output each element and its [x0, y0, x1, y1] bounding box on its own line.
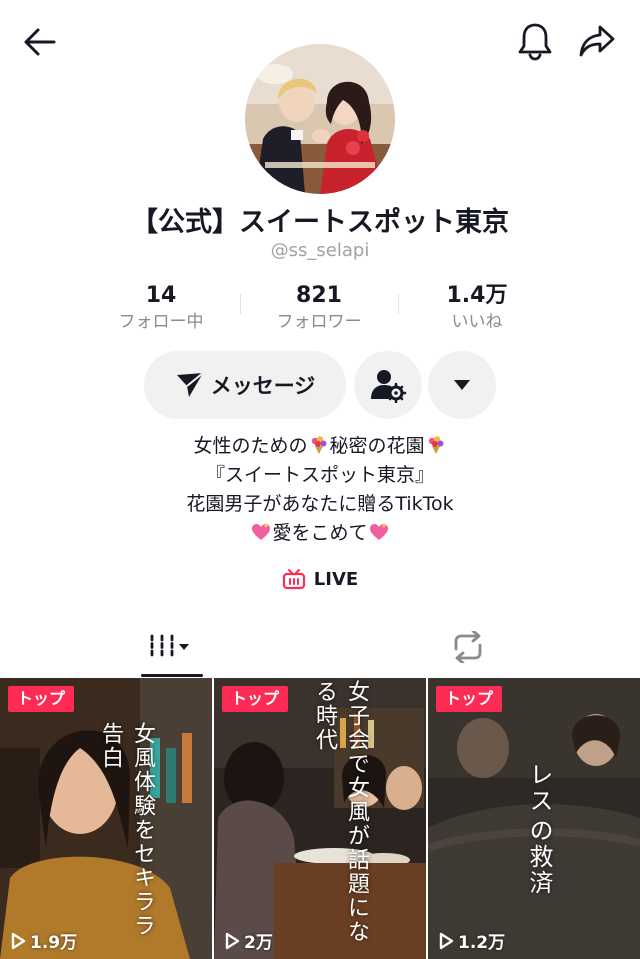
message-button-label: メッセージ: [210, 374, 316, 398]
bio-line-1: 女性のための 秘密の花園: [0, 432, 640, 461]
video-grid: トップ 女風体験をセキララ告白 1.9万 トップ 女子会で女風が話題になる時代: [0, 678, 640, 959]
view-count-value: 1.2万: [458, 933, 506, 953]
stat-likes-label: いいね: [451, 312, 503, 332]
video-tile-1[interactable]: トップ 女風体験をセキララ告白 1.9万: [0, 678, 212, 959]
avatar[interactable]: [245, 44, 395, 194]
grid-icon: [150, 634, 189, 660]
profile-actions: メッセージ: [0, 351, 640, 419]
message-button[interactable]: メッセージ: [144, 351, 346, 419]
bell-icon: [518, 23, 552, 61]
video-tile-3[interactable]: トップ レス の救済 1.2万: [428, 678, 640, 959]
tab-videos[interactable]: [140, 618, 204, 676]
view-count-value: 2万: [244, 933, 273, 953]
video-caption: レス: [525, 762, 553, 814]
stat-following[interactable]: 14 フォロー中: [82, 282, 240, 338]
top-badge: トップ: [222, 686, 289, 712]
profile-name: 【公式】スイートスポット東京: [131, 207, 509, 238]
play-icon: [225, 932, 240, 949]
bio-line-4-text: 愛をこめて: [272, 522, 368, 544]
profile-tabs: [0, 618, 640, 677]
top-badge: トップ: [436, 686, 503, 712]
video-caption: 女子会で女風が話題になる時代: [312, 680, 369, 944]
profile-stats: 14 フォロー中 821 フォロワー 1.4万 いいね: [82, 282, 558, 338]
bouquet-icon: [428, 436, 444, 454]
stat-following-label: フォロー中: [118, 312, 204, 332]
stat-followers-count: 821: [296, 283, 342, 308]
sparkling-heart-icon: [369, 523, 388, 540]
stat-likes[interactable]: 1.4万 いいね: [398, 282, 556, 338]
view-count: 1.9万: [10, 928, 77, 953]
bio-line-2: 『スイートスポット東京』: [205, 464, 434, 486]
more-options-button[interactable]: [428, 351, 496, 419]
user-settings-icon: [371, 370, 407, 403]
live-tv-icon: [282, 569, 305, 590]
bouquet-icon: [311, 436, 326, 454]
view-count-value: 1.9万: [30, 933, 78, 953]
live-label: LIVE: [313, 568, 359, 590]
tab-reposts[interactable]: [436, 618, 500, 676]
active-tab-indicator: [141, 674, 203, 677]
view-count: 2万: [224, 928, 273, 953]
user-settings-button[interactable]: [354, 351, 422, 419]
bio-line-1-text-a: 女性のための: [193, 435, 308, 457]
top-badge: トップ: [8, 686, 75, 712]
profile-bio: 女性のための 秘密の花園 『スイートスポット東京』 花園男子があなたに贈るTik…: [0, 432, 640, 548]
play-icon: [11, 932, 26, 949]
back-arrow-icon: [24, 28, 56, 56]
notification-button[interactable]: [512, 18, 558, 64]
live-link[interactable]: LIVE: [0, 568, 640, 590]
caret-down-icon: [454, 380, 470, 390]
share-icon: [579, 25, 615, 57]
video-caption: の救済: [525, 818, 553, 896]
profile-handle: @ss_selapi: [270, 240, 370, 261]
share-button[interactable]: [574, 18, 620, 64]
video-tile-2[interactable]: トップ 女子会で女風が話題になる時代 2万: [214, 678, 426, 959]
back-button[interactable]: [18, 20, 62, 64]
play-icon: [439, 932, 454, 949]
bio-line-4: 愛をこめて: [0, 519, 640, 548]
send-icon: [176, 372, 204, 397]
view-count: 1.2万: [438, 928, 505, 953]
stat-followers[interactable]: 821 フォロワー: [240, 282, 398, 338]
bio-line-3: 花園男子があなたに贈るTikTok: [186, 493, 454, 515]
stat-likes-count: 1.4万: [446, 283, 508, 308]
stat-followers-label: フォロワー: [276, 312, 362, 332]
sparkling-heart-icon: [252, 523, 271, 540]
repost-icon: [454, 631, 482, 663]
bio-line-1-text-b: 秘密の花園: [329, 435, 425, 457]
avatar-illustration: [245, 44, 395, 194]
stat-following-count: 14: [145, 283, 177, 308]
video-caption: 女風体験をセキララ告白: [98, 722, 155, 938]
